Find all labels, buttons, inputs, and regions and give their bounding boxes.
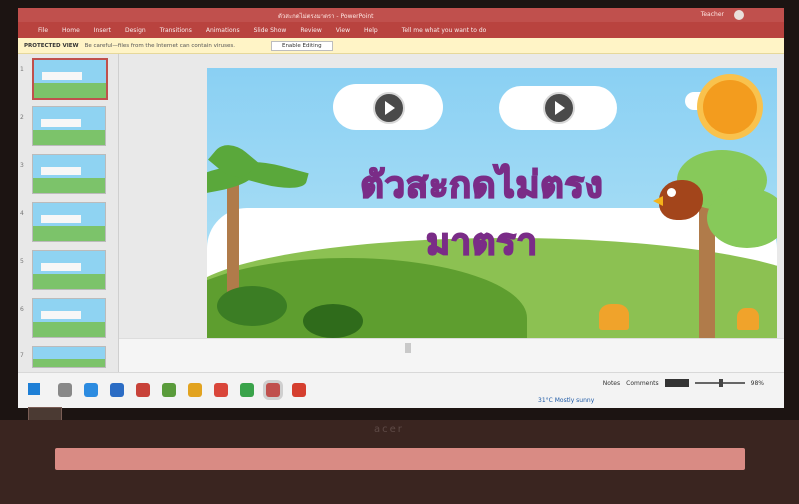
taskbar: Notes Comments 98% 31°C Mostly sunny xyxy=(18,372,784,408)
enable-editing-button[interactable]: Enable Editing xyxy=(270,40,333,51)
powerpoint-icon[interactable] xyxy=(266,383,280,397)
thumb-number: 1 xyxy=(20,66,24,73)
tab-transitions[interactable]: Transitions xyxy=(160,27,192,34)
slide-thumbnail[interactable] xyxy=(32,202,106,242)
thumb-number: 3 xyxy=(20,162,24,169)
notes-toggle[interactable]: Notes xyxy=(603,380,620,387)
app-icon[interactable] xyxy=(292,383,306,397)
line-icon[interactable] xyxy=(240,383,254,397)
keyboard-edge xyxy=(55,448,745,470)
view-buttons[interactable] xyxy=(664,379,689,387)
laptop-sticker xyxy=(28,407,62,421)
thumb-number: 2 xyxy=(20,114,24,121)
palm-trunk xyxy=(227,178,239,298)
orange-bush xyxy=(737,308,759,330)
search-icon[interactable] xyxy=(58,383,72,397)
bush xyxy=(303,304,363,338)
bush xyxy=(217,286,287,326)
tab-view[interactable]: View xyxy=(336,27,350,34)
tab-slide-show[interactable]: Slide Show xyxy=(254,27,287,34)
play-icon[interactable] xyxy=(543,92,575,124)
slide-thumbnail[interactable] xyxy=(32,250,106,290)
thumb-number: 5 xyxy=(20,258,24,265)
windows-start-icon[interactable] xyxy=(28,383,40,395)
app-icon[interactable] xyxy=(162,383,176,397)
protected-view-message: Be careful—files from the Internet can c… xyxy=(84,42,235,49)
thumb-number: 6 xyxy=(20,306,24,313)
orange-bush xyxy=(599,304,629,330)
slide-thumbnail[interactable] xyxy=(32,154,106,194)
app-icon[interactable] xyxy=(136,383,150,397)
slide-title[interactable]: ตัวสะกดไม่ตรงมาตรา xyxy=(317,156,647,270)
slide-thumbnail[interactable] xyxy=(32,346,106,368)
protected-view-label: PROTECTED VIEW xyxy=(24,42,79,49)
thumb-number: 4 xyxy=(20,210,24,217)
tab-file[interactable]: File xyxy=(38,27,48,34)
zoom-level[interactable]: 98% xyxy=(751,380,764,387)
edge-icon[interactable] xyxy=(84,383,98,397)
slide-thumbnail[interactable] xyxy=(32,58,108,100)
tab-animations[interactable]: Animations xyxy=(206,27,240,34)
weather-widget[interactable]: 31°C Mostly sunny xyxy=(538,397,594,404)
store-icon[interactable] xyxy=(110,383,124,397)
ribbon-tabs: File Home Insert Design Transitions Anim… xyxy=(18,22,784,38)
slide-editing-area: ตัวสะกดไม่ตรงมาตรา xyxy=(119,54,784,372)
bird xyxy=(653,180,703,220)
chrome-icon[interactable] xyxy=(214,383,228,397)
tab-review[interactable]: Review xyxy=(300,27,321,34)
document-title: ตัวสะกดไม่ตรงมาตรา - PowerPoint xyxy=(278,13,374,20)
zoom-slider[interactable] xyxy=(694,379,745,387)
tab-home[interactable]: Home xyxy=(62,27,80,34)
avatar[interactable] xyxy=(734,10,744,20)
thumb-number: 7 xyxy=(20,352,24,359)
current-slide[interactable]: ตัวสะกดไม่ตรงมาตรา xyxy=(207,68,777,338)
title-bar: ตัวสะกดไม่ตรงมาตรา - PowerPoint Teacher xyxy=(18,8,784,22)
slide-thumbnail[interactable] xyxy=(32,106,106,146)
user-name[interactable]: Teacher xyxy=(701,11,724,18)
tab-insert[interactable]: Insert xyxy=(94,27,111,34)
play-icon[interactable] xyxy=(373,92,405,124)
laptop-screen: ตัวสะกดไม่ตรงมาตรา - PowerPoint Teacher … xyxy=(18,8,784,408)
resize-handle[interactable] xyxy=(405,343,411,353)
slide-thumbnail[interactable] xyxy=(32,298,106,338)
tab-design[interactable]: Design xyxy=(125,27,146,34)
tree-foliage xyxy=(707,188,777,248)
folder-icon[interactable] xyxy=(188,383,202,397)
sun-icon xyxy=(703,80,757,134)
notes-pane[interactable] xyxy=(119,338,784,373)
comments-toggle[interactable]: Comments xyxy=(626,380,659,387)
slide-thumbnail-pane: 1 2 3 4 5 6 7 xyxy=(18,54,119,372)
system-tray: 31°C Mostly sunny xyxy=(538,397,594,404)
tab-help[interactable]: Help xyxy=(364,27,378,34)
protected-view-bar: PROTECTED VIEW Be careful—files from the… xyxy=(18,38,784,54)
brand-logo: acer xyxy=(374,424,404,435)
tell-me-search[interactable]: Tell me what you want to do xyxy=(402,27,487,34)
status-bar: Notes Comments 98% xyxy=(603,379,764,387)
